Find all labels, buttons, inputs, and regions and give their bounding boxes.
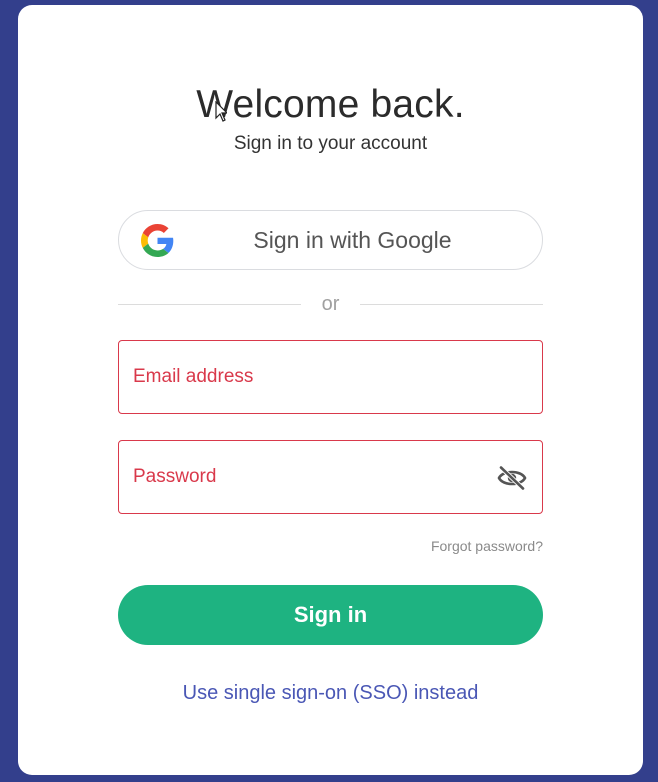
page-title: Welcome back. bbox=[196, 83, 465, 126]
password-input[interactable] bbox=[119, 441, 542, 513]
email-input[interactable] bbox=[119, 341, 542, 413]
forgot-password-link[interactable]: Forgot password? bbox=[431, 538, 543, 554]
google-signin-button[interactable]: Sign in with Google bbox=[118, 210, 543, 270]
or-divider: or bbox=[118, 293, 543, 315]
sso-link[interactable]: Use single sign-on (SSO) instead bbox=[18, 682, 643, 705]
mouse-cursor-icon bbox=[215, 101, 227, 122]
signin-card: Welcome back. Sign in to your account Si… bbox=[18, 5, 643, 775]
eye-off-icon[interactable] bbox=[497, 465, 527, 491]
signin-button[interactable]: Sign in bbox=[118, 585, 543, 645]
password-field-container bbox=[118, 440, 543, 514]
google-icon bbox=[141, 224, 174, 257]
email-field-container bbox=[118, 340, 543, 414]
page-subtitle: Sign in to your account bbox=[233, 133, 428, 154]
google-signin-label: Sign in with Google bbox=[253, 226, 452, 253]
divider-line-right bbox=[360, 304, 543, 305]
